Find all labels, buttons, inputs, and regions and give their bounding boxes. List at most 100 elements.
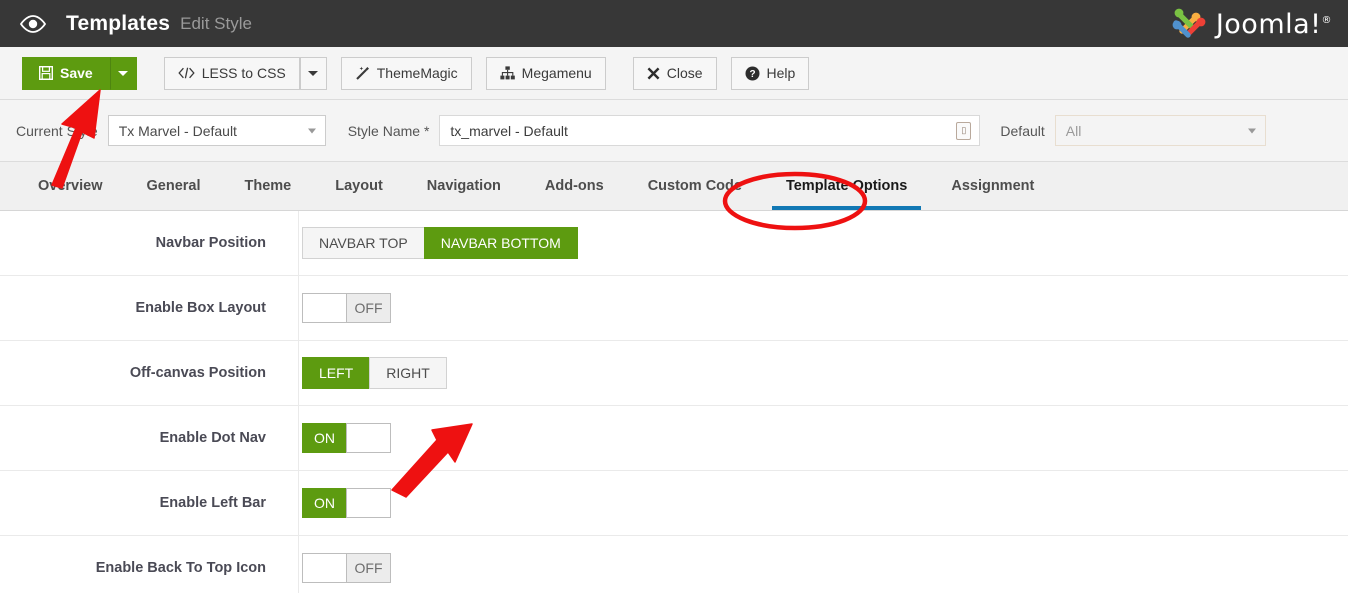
- joomla-wordmark: Joomla!®: [1216, 9, 1332, 40]
- tab-theme[interactable]: Theme: [223, 162, 314, 210]
- default-value: All: [1066, 123, 1082, 139]
- joomla-mark-icon: [1170, 5, 1210, 43]
- style-name-input[interactable]: tx_marvel - Default ▯: [439, 115, 980, 146]
- tab-label: Add-ons: [545, 178, 604, 194]
- close-x-icon: [647, 67, 660, 80]
- code-icon: [178, 67, 195, 79]
- option-label: Enable Left Bar: [0, 495, 282, 511]
- option-control: ON: [282, 488, 391, 518]
- toggle-on-half[interactable]: ON: [302, 423, 347, 453]
- template-options-panel: Navbar Position NAVBAR TOPNAVBAR BOTTOM En…: [0, 211, 1348, 593]
- eye-icon: [18, 14, 48, 34]
- tab-bar: Overview General Theme Layout Navigation Add-…: [0, 162, 1348, 211]
- less-to-css-label: LESS to CSS: [202, 65, 286, 81]
- chevron-down-icon: [308, 128, 316, 133]
- option-row: Enable Box Layout OFF: [0, 276, 1348, 341]
- input-indicator-icon: ▯: [956, 122, 971, 140]
- option-row: Navbar Position NAVBAR TOPNAVBAR BOTTOM: [0, 211, 1348, 276]
- option-label: Enable Back To Top Icon: [0, 560, 282, 576]
- tab-add-ons[interactable]: Add-ons: [523, 162, 626, 210]
- option-control: ON: [282, 423, 391, 453]
- option-label: Off-canvas Position: [0, 365, 282, 381]
- toggle-switch-enable-dot-nav[interactable]: ON: [302, 423, 391, 453]
- app-root: Templates Edit Style Joomla!®: [0, 0, 1348, 593]
- tab-label: Layout: [335, 178, 383, 194]
- chevron-down-icon: [1248, 128, 1256, 133]
- current-style-value: Tx Marvel - Default: [119, 123, 237, 139]
- save-button-label: Save: [60, 65, 93, 81]
- option-row: Enable Left Bar ON: [0, 471, 1348, 536]
- tab-overview[interactable]: Overview: [16, 162, 125, 210]
- segment-option[interactable]: NAVBAR BOTTOM: [424, 227, 578, 259]
- toggle-on-half[interactable]: [302, 293, 347, 323]
- tab-label: Template Options: [786, 178, 907, 194]
- toolbar: Save LESS to CSS: [0, 47, 1348, 100]
- save-dropdown-toggle[interactable]: [110, 57, 137, 90]
- option-control: OFF: [282, 293, 391, 323]
- toggle-off-half[interactable]: OFF: [346, 293, 391, 323]
- tab-layout[interactable]: Layout: [313, 162, 405, 210]
- toggle-off-half[interactable]: [346, 488, 391, 518]
- toggle-switch-enable-back-to-top-icon[interactable]: OFF: [302, 553, 391, 583]
- tab-label: Theme: [245, 178, 292, 194]
- sitemap-icon: [500, 66, 515, 80]
- tab-assignment[interactable]: Assignment: [929, 162, 1056, 210]
- toggle-switch-enable-left-bar[interactable]: ON: [302, 488, 391, 518]
- less-to-css-button-group: LESS to CSS: [164, 57, 327, 90]
- toggle-on-half[interactable]: ON: [302, 488, 347, 518]
- thememagic-button[interactable]: ThemeMagic: [341, 57, 472, 90]
- tab-general[interactable]: General: [125, 162, 223, 210]
- joomla-logo: Joomla!®: [1170, 6, 1332, 42]
- toggle-switch-enable-box-layout[interactable]: OFF: [302, 293, 391, 323]
- question-circle-icon: ?: [745, 66, 760, 81]
- caret-down-icon: [308, 71, 318, 76]
- current-style-label: Current Style: [16, 123, 98, 139]
- close-button[interactable]: Close: [633, 57, 717, 90]
- megamenu-button[interactable]: Megamenu: [486, 57, 606, 90]
- tab-navigation[interactable]: Navigation: [405, 162, 523, 210]
- page-subtitle: Edit Style: [180, 14, 252, 34]
- tab-label: Navigation: [427, 178, 501, 194]
- style-name-value: tx_marvel - Default: [450, 123, 567, 139]
- option-label: Enable Box Layout: [0, 300, 282, 316]
- default-label: Default: [1000, 123, 1044, 139]
- help-button[interactable]: ? Help: [731, 57, 810, 90]
- tab-template-options[interactable]: Template Options: [764, 162, 929, 210]
- segment-option[interactable]: RIGHT: [369, 357, 447, 389]
- magic-wand-icon: [355, 66, 370, 81]
- megamenu-label: Megamenu: [522, 65, 592, 81]
- default-select[interactable]: All: [1055, 115, 1266, 146]
- tab-label: General: [147, 178, 201, 194]
- segment-option[interactable]: LEFT: [302, 357, 370, 389]
- option-row: Enable Dot Nav ON: [0, 406, 1348, 471]
- close-label: Close: [667, 65, 703, 81]
- toggle-off-half[interactable]: [346, 423, 391, 453]
- caret-down-icon: [118, 71, 128, 76]
- save-button[interactable]: Save: [22, 57, 110, 90]
- current-style-select[interactable]: Tx Marvel - Default: [108, 115, 326, 146]
- less-to-css-dropdown-toggle[interactable]: [300, 57, 327, 90]
- toggle-on-half[interactable]: [302, 553, 347, 583]
- tab-label: Assignment: [951, 178, 1034, 194]
- segmented-control-off-canvas-position: LEFTRIGHT: [302, 357, 447, 389]
- style-settings-row: Current Style Tx Marvel - Default Style …: [0, 100, 1348, 162]
- page-title: Templates: [66, 12, 170, 36]
- thememagic-label: ThemeMagic: [377, 65, 458, 81]
- style-name-label: Style Name *: [348, 123, 430, 139]
- page-header: Templates Edit Style Joomla!®: [0, 0, 1348, 47]
- svg-text:?: ?: [749, 69, 755, 80]
- toggle-off-half[interactable]: OFF: [346, 553, 391, 583]
- tab-custom-code[interactable]: Custom Code: [626, 162, 764, 210]
- floppy-disk-icon: [39, 66, 53, 80]
- option-label: Enable Dot Nav: [0, 430, 282, 446]
- option-control: OFF: [282, 553, 391, 583]
- less-to-css-button[interactable]: LESS to CSS: [164, 57, 300, 90]
- save-button-group: Save: [22, 57, 137, 90]
- option-label: Navbar Position: [0, 235, 282, 251]
- segment-option[interactable]: NAVBAR TOP: [302, 227, 425, 259]
- option-row: Off-canvas Position LEFTRIGHT: [0, 341, 1348, 406]
- option-control: LEFTRIGHT: [282, 357, 447, 389]
- option-row: Enable Back To Top Icon OFF: [0, 536, 1348, 593]
- registered-mark: ®: [1322, 15, 1333, 26]
- tab-label: Custom Code: [648, 178, 742, 194]
